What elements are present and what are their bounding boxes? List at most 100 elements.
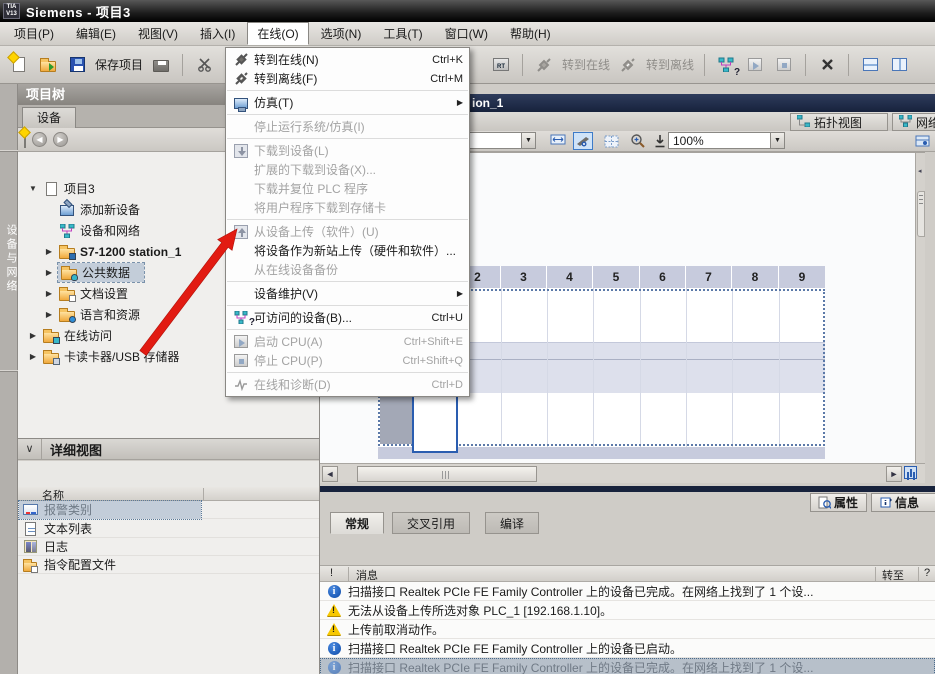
detail-item-label: 指令配置文件 (44, 556, 116, 573)
accessible-devices-icon[interactable]: ? (715, 54, 737, 76)
menubar-tools[interactable]: 工具(T) (373, 22, 432, 45)
menu-item-online-diagnostics[interactable]: 在线和诊断(D)Ctrl+D (226, 375, 469, 394)
expand-icon[interactable]: ▶ (28, 331, 38, 340)
menu-item-simulation[interactable]: 仿真(T)▶ (226, 93, 469, 112)
close-connection-icon[interactable] (816, 54, 838, 76)
menubar-options[interactable]: 选项(N) (311, 22, 372, 45)
toolbar-separator (522, 54, 523, 76)
split-horizontal-icon[interactable] (859, 54, 881, 76)
back-icon[interactable]: ◀ (32, 132, 47, 147)
menu-item-stop-runtime[interactable]: 停止运行系统/仿真(I) (226, 117, 469, 136)
topology-view-button[interactable]: 拓扑视图 (790, 113, 888, 131)
slot-1-module[interactable] (380, 396, 412, 444)
detail-item-logs[interactable]: 日志 (18, 538, 319, 556)
detail-item-alarm-classes[interactable]: 报警类别 (18, 501, 319, 519)
go-offline-label[interactable]: 转到离线 (646, 56, 694, 73)
device-select-combo[interactable] (468, 132, 522, 149)
menubar-insert[interactable]: 插入(I) (190, 22, 245, 45)
menu-item-download-reset-plc[interactable]: 下载并复位 PLC 程序 (226, 179, 469, 198)
scroll-right-icon[interactable]: ► (886, 466, 902, 482)
expand-icon[interactable]: ▶ (44, 310, 54, 319)
go-online-icon[interactable] (533, 54, 555, 76)
detail-name-column-header[interactable]: 名称 (18, 487, 319, 501)
zoom-dropdown-icon[interactable]: ▼ (770, 132, 785, 149)
zoom-in-icon[interactable] (628, 132, 648, 150)
detail-item-text-lists[interactable]: 文本列表 (18, 520, 319, 538)
expand-icon[interactable]: ▶ (44, 289, 54, 298)
menu-item-extended-download[interactable]: 扩展的下载到设备(X)... (226, 160, 469, 179)
message-table-header[interactable]: ! 消息 转至 ? (320, 566, 935, 582)
device-info-icon[interactable] (912, 132, 932, 150)
menu-item-accessible-devices[interactable]: ? 可访问的设备(B)...Ctrl+U (226, 308, 469, 327)
rail-devices-networks-tab[interactable]: 设备与网络 (3, 224, 19, 294)
device-select-dropdown-icon[interactable]: ▼ (521, 132, 536, 149)
menubar-online[interactable]: 在线(O) (247, 22, 308, 45)
horizontal-scrollbar[interactable]: ◄ ► (320, 463, 925, 483)
menu-item-go-offline[interactable]: 转到离线(F)Ctrl+M (226, 69, 469, 88)
detail-item-instruction-profiles[interactable]: 指令配置文件 (18, 556, 319, 574)
menu-item-download-to-memory-card[interactable]: 将用户程序下载到存储卡 (226, 198, 469, 217)
new-item-icon[interactable] (24, 133, 26, 147)
split-vertical-icon[interactable] (888, 54, 910, 76)
menu-item-upload-from-device[interactable]: 从设备上传（软件）(U) (226, 222, 469, 241)
slot-width-icon[interactable] (548, 132, 568, 150)
new-project-icon[interactable] (8, 54, 30, 76)
collapse-panel-icon[interactable]: ◂ (918, 167, 922, 175)
cable-view-icon[interactable] (573, 132, 593, 150)
collapse-icon[interactable]: ▼ (28, 184, 38, 193)
menubar-window[interactable]: 窗口(W) (435, 22, 498, 45)
menu-item-backup-from-online-device[interactable]: 从在线设备备份 (226, 260, 469, 279)
stop-cpu-icon[interactable] (773, 54, 795, 76)
download-icon (230, 143, 252, 159)
menu-item-device-maintenance[interactable]: 设备维护(V)▶ (226, 284, 469, 303)
info-button[interactable]: 信息 (871, 493, 935, 512)
menubar-help[interactable]: 帮助(H) (500, 22, 561, 45)
save-project-label[interactable]: 保存项目 (95, 56, 143, 73)
menu-item-upload-device-as-new-station[interactable]: 将设备作为新站上传（硬件和软件）... (226, 241, 469, 260)
chevron-down-icon[interactable]: ∨ (18, 439, 42, 459)
title-bar: TIAV13 Siemens - 项目3 (0, 0, 935, 22)
grid-overview-icon[interactable] (601, 132, 621, 150)
selected-slot[interactable] (412, 393, 458, 453)
right-collapsed-panel[interactable]: ◂ (915, 153, 925, 464)
start-runtime-icon[interactable]: RT (490, 54, 512, 76)
expand-icon[interactable]: ▶ (44, 247, 54, 256)
message-row[interactable]: 上传前取消动作。 (320, 620, 935, 639)
tab-cross-references[interactable]: 交叉引用 (392, 512, 470, 534)
hardware-catalog-tab[interactable] (917, 191, 925, 237)
window-corner-icon[interactable] (904, 466, 917, 479)
message-row[interactable]: 无法从设备上传所选对象 PLC_1 [192.168.1.10]。 (320, 601, 935, 620)
message-row-selected[interactable]: i 扫描接口 Realtek PCIe FE Family Controller… (320, 658, 935, 674)
print-icon[interactable] (150, 54, 172, 76)
menu-item-go-online[interactable]: 转到在线(N)Ctrl+K (226, 50, 469, 69)
message-row[interactable]: i 扫描接口 Realtek PCIe FE Family Controller… (320, 582, 935, 601)
go-online-label[interactable]: 转到在线 (562, 56, 610, 73)
scrollbar-thumb[interactable] (357, 466, 537, 482)
tree-item-label: S7-1200 station_1 (80, 245, 181, 259)
network-view-button[interactable]: 网络视图 (892, 113, 935, 131)
slot-number: 7 (686, 266, 732, 288)
menubar-edit[interactable]: 编辑(E) (66, 22, 126, 45)
expand-icon[interactable]: ▶ (44, 268, 54, 277)
go-offline-icon[interactable] (617, 54, 639, 76)
tab-devices[interactable]: 设备 (22, 107, 76, 128)
cut-icon[interactable] (193, 54, 215, 76)
start-cpu-icon[interactable] (744, 54, 766, 76)
tab-compile[interactable]: 编译 (485, 512, 539, 534)
menubar-project[interactable]: 项目(P) (4, 22, 64, 45)
menu-item-download-to-device[interactable]: 下载到设备(L) (226, 141, 469, 160)
zoom-level-combo[interactable]: 100% (668, 132, 771, 149)
open-project-icon[interactable] (37, 54, 59, 76)
menubar-view[interactable]: 视图(V) (128, 22, 188, 45)
menu-item-stop-cpu[interactable]: 停止 CPU(P)Ctrl+Shift+Q (226, 351, 469, 370)
expand-icon[interactable]: ▶ (28, 352, 38, 361)
properties-button[interactable]: 属性 (810, 493, 867, 512)
scroll-left-icon[interactable]: ◄ (322, 466, 338, 482)
menu-item-start-cpu[interactable]: 启动 CPU(A)Ctrl+Shift+E (226, 332, 469, 351)
tab-general[interactable]: 常规 (330, 512, 384, 534)
forward-icon[interactable]: ▶ (53, 132, 68, 147)
save-project-icon[interactable] (66, 54, 88, 76)
zoom-fit-icon[interactable] (650, 132, 670, 150)
toolbar-separator (182, 54, 183, 76)
message-row[interactable]: i 扫描接口 Realtek PCIe FE Family Controller… (320, 639, 935, 658)
